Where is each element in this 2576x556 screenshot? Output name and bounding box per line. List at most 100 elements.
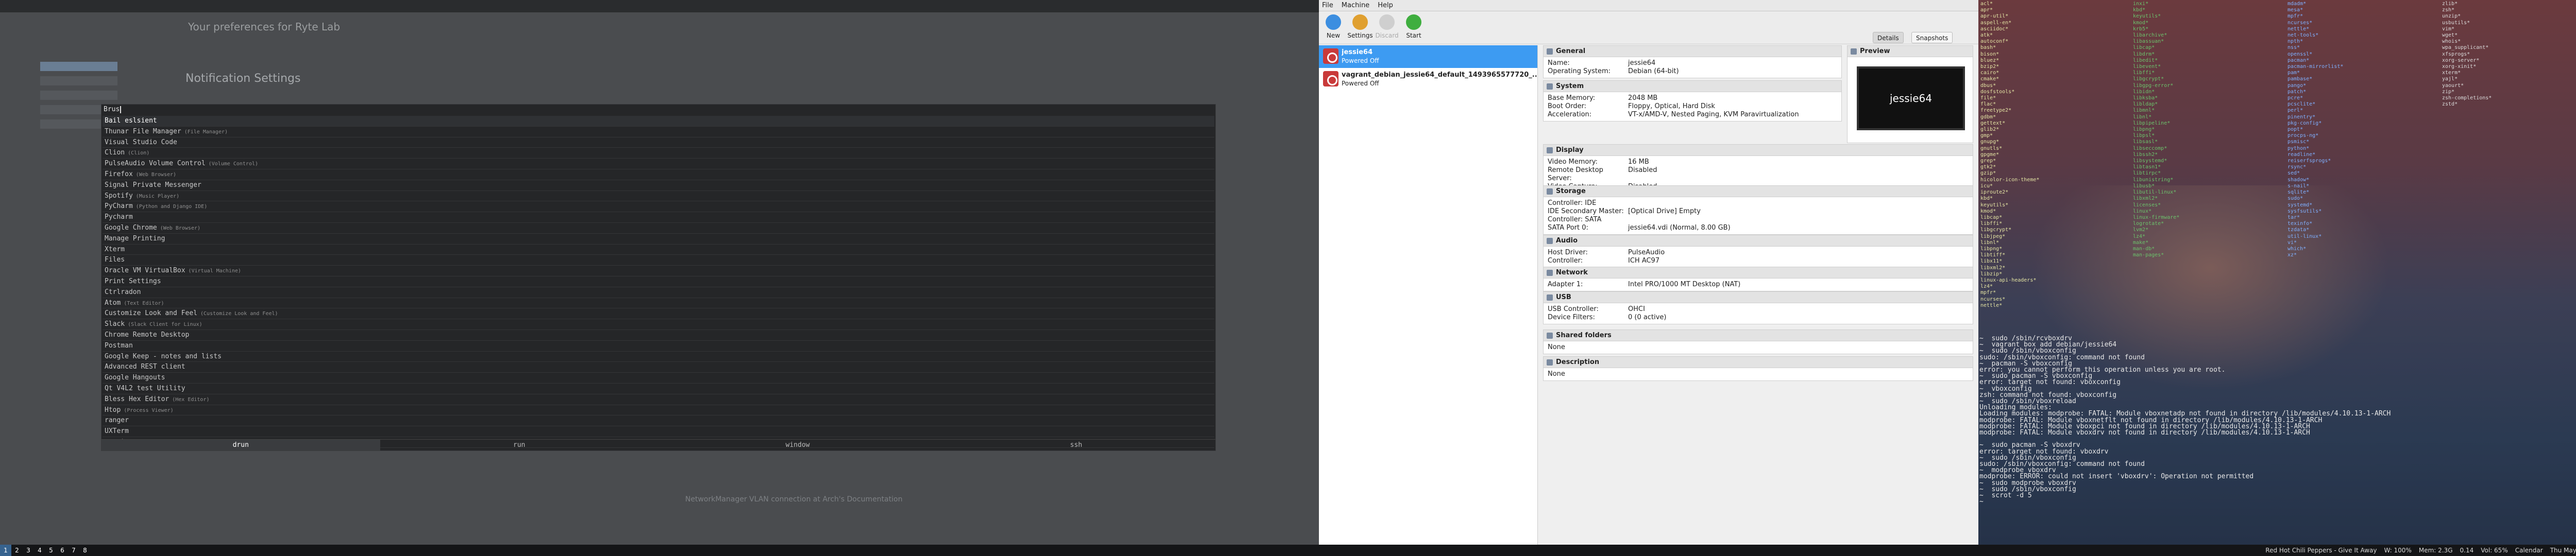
detail-row: Acceleration: VT-x/AMD-V, Nested Paging, …: [1548, 111, 1837, 119]
status-info: Red Hot Chili Peppers - Give It Away W: 1…: [2258, 545, 2576, 556]
menu-file[interactable]: File: [1322, 2, 1333, 9]
settings-button[interactable]: Settings: [1346, 14, 1375, 39]
detail-key: Base Memory:: [1548, 94, 1596, 102]
launcher-item[interactable]: Print Settings: [103, 276, 1214, 287]
start-button[interactable]: Start: [1399, 14, 1428, 39]
launcher-item[interactable]: Advanced REST client: [103, 362, 1214, 373]
vm-list-item[interactable]: vagrant_debian_jessie64_default_14939655…: [1319, 68, 1537, 91]
detail-value: jessie64: [1628, 59, 1656, 67]
launcher-item[interactable]: Google Chrome (Web Browser): [103, 223, 1214, 234]
launcher-item[interactable]: Ctrlradon: [103, 287, 1214, 298]
new-button[interactable]: New: [1319, 14, 1348, 39]
workspace-1[interactable]: 1: [0, 545, 11, 556]
launcher-item[interactable]: Slack (Slack Client for Linux): [103, 319, 1214, 330]
menu-help[interactable]: Help: [1378, 2, 1393, 9]
package-column-2: inxi* kbd* keyutils* kmod* krb5* libarch…: [2133, 1, 2180, 258]
launcher-item[interactable]: Oracle VM VirtualBox (Virtual Machine): [103, 266, 1214, 276]
general-title[interactable]: General: [1544, 46, 1841, 57]
description-body: None: [1544, 368, 1973, 380]
workspace-8[interactable]: 8: [79, 545, 91, 556]
details-view-button[interactable]: Details: [1873, 32, 1904, 43]
usb-body: USB Controller: OHCI Device Filters: 0 (0 a…: [1544, 303, 1973, 324]
launcher-item-name: Pycharm: [105, 213, 133, 221]
pref-nav-item[interactable]: [40, 62, 117, 71]
launcher-item[interactable]: PulseAudio Volume Control (Volume Control…: [103, 159, 1214, 169]
launcher-item-name: Google Chrome: [105, 223, 157, 232]
vm-list-item[interactable]: jessie64 Powered Off: [1319, 45, 1537, 68]
launcher-item[interactable]: Chrome Remote Desktop: [103, 330, 1214, 341]
detail-key: USB Controller:: [1548, 305, 1599, 313]
pref-nav-item[interactable]: [40, 91, 117, 100]
workspace-5[interactable]: 5: [45, 545, 57, 556]
launcher-mode-run[interactable]: run: [380, 440, 659, 450]
launcher-item[interactable]: Thunar File Manager (File Manager): [103, 127, 1214, 137]
launcher-list: Bail eslsient Thunar File Manager (File Ma…: [103, 116, 1214, 448]
launcher-item[interactable]: Postman: [103, 341, 1214, 352]
launcher-item[interactable]: Google Hangouts: [103, 373, 1214, 384]
launcher-item[interactable]: Files: [103, 255, 1214, 266]
launcher-item[interactable]: Qt V4L2 test Utility: [103, 384, 1214, 394]
launcher-item[interactable]: Clion (Clion): [103, 148, 1214, 159]
launcher-item-name: Files: [105, 256, 125, 264]
launcher-item[interactable]: Bail eslsient: [103, 116, 1214, 127]
detail-key: None: [1548, 343, 1565, 351]
storage-title[interactable]: Storage: [1544, 186, 1973, 197]
launcher-item[interactable]: Pycharm: [103, 212, 1214, 223]
vm-name: vagrant_debian_jessie64_default_14939655…: [1342, 71, 1537, 79]
launcher-item-name: Chrome Remote Desktop: [105, 331, 190, 339]
description-title[interactable]: Description: [1544, 357, 1973, 368]
system-title[interactable]: System: [1544, 81, 1841, 92]
workspace-3[interactable]: 3: [23, 545, 34, 556]
launcher-item[interactable]: UXTerm: [103, 426, 1214, 437]
launcher-input[interactable]: Brus: [104, 106, 122, 115]
launcher-item-name: Thunar File Manager: [105, 127, 181, 135]
launcher-item[interactable]: Xterm: [103, 245, 1214, 255]
launcher-item[interactable]: Firefox (Web Browser): [103, 169, 1214, 180]
launcher-mode-drun[interactable]: drun: [101, 440, 380, 450]
launcher-item-name: ranger: [105, 416, 129, 425]
workspace-2[interactable]: 2: [11, 545, 23, 556]
launcher-item-name: Visual Studio Code: [105, 138, 177, 146]
terminal-output: ~ sudo /sbin/rcvboxdrv ~ vagrant box add…: [1979, 335, 2391, 506]
display-title[interactable]: Display: [1544, 145, 1973, 156]
launcher-item[interactable]: Atom (Text Editor): [103, 298, 1214, 309]
network-title[interactable]: Network: [1544, 267, 1973, 279]
description-section: Description None: [1543, 356, 1973, 381]
workspace-7[interactable]: 7: [68, 545, 79, 556]
launcher-item[interactable]: ranger: [103, 415, 1214, 427]
launcher-item[interactable]: Visual Studio Code: [103, 137, 1214, 148]
launcher-item-name: Google Keep - notes and lists: [105, 352, 222, 360]
notification-title: Notification Settings: [185, 72, 301, 85]
launcher-item[interactable]: PyCharm (Python and Django IDE): [103, 201, 1214, 213]
terminal-window[interactable]: acl* apr* apr-util* aspell-en* asciidoc*…: [1978, 0, 2576, 545]
menu-machine[interactable]: Machine: [1342, 2, 1369, 9]
launcher-mode-window[interactable]: window: [658, 440, 937, 450]
launcher-item[interactable]: Spotify (Music Player): [103, 191, 1214, 202]
preview-screen: jessie64: [1857, 66, 1965, 130]
snapshots-view-button[interactable]: Snapshots: [1911, 32, 1953, 43]
launcher-item-name: Atom: [105, 299, 121, 307]
launcher-item[interactable]: Manage Printing: [103, 234, 1214, 245]
audio-title[interactable]: Audio: [1544, 235, 1973, 247]
launcher-item[interactable]: Customize Look and Feel (Customize Look a…: [103, 308, 1214, 320]
launcher-mode-ssh[interactable]: ssh: [937, 440, 1216, 450]
pref-nav-item[interactable]: [40, 76, 117, 85]
vm-state: Powered Off: [1342, 80, 1379, 87]
discard-button[interactable]: Discard: [1372, 14, 1401, 39]
status-item: W: 100%: [2384, 547, 2412, 554]
workspace-6[interactable]: 6: [57, 545, 68, 556]
shared-title[interactable]: Shared folders: [1544, 330, 1973, 341]
launcher-item[interactable]: Htop (Process Viewer): [103, 405, 1214, 416]
launcher-item-name: Slack: [105, 320, 125, 328]
launcher-item[interactable]: Signal Private Messenger: [103, 180, 1214, 191]
detail-key: None: [1548, 370, 1565, 378]
virtualbox-window: File Machine Help New Settings Discard Sta…: [1319, 0, 1978, 545]
launcher-item-name: PulseAudio Volume Control: [105, 160, 206, 168]
workspace-4[interactable]: 4: [34, 545, 45, 556]
vm-name: jessie64: [1342, 48, 1373, 56]
usb-title[interactable]: USB: [1544, 292, 1973, 303]
launcher-item[interactable]: Google Keep - notes and lists: [103, 352, 1214, 362]
system-body: Base Memory: 2048 MB Boot Order: Floppy, Op…: [1544, 92, 1841, 121]
launcher-item[interactable]: Bless Hex Editor (Hex Editor): [103, 394, 1214, 405]
detail-value: Disabled: [1628, 166, 1657, 174]
